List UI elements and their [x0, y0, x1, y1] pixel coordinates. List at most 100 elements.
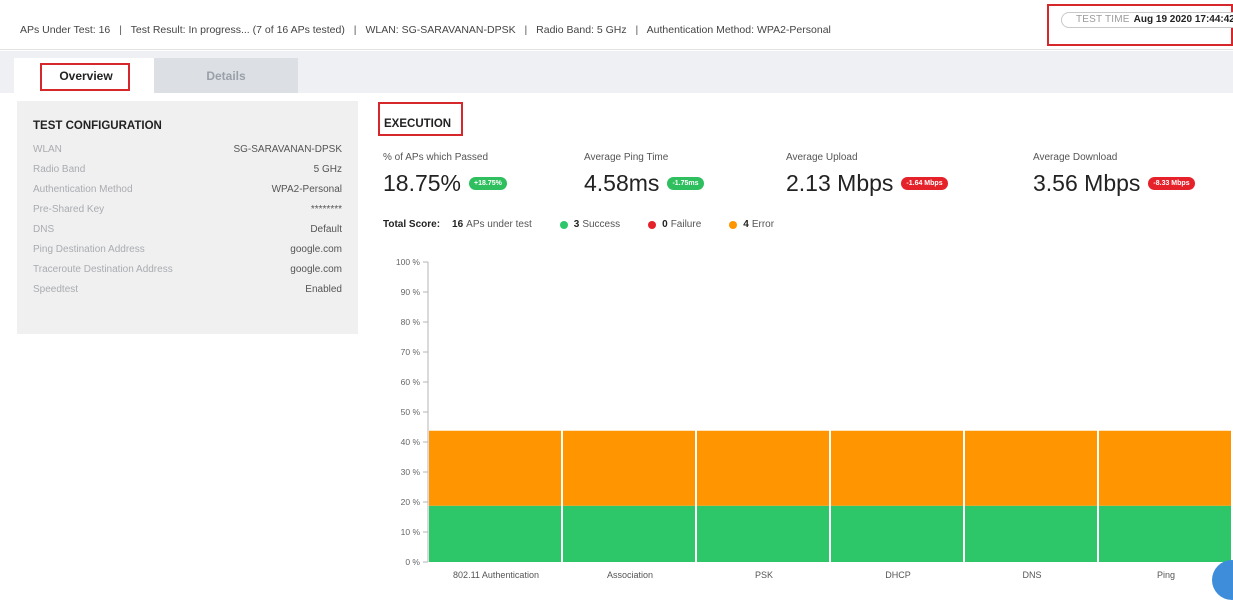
metric-delta-badge: +18.75% [469, 177, 507, 190]
bar-segment-error [697, 430, 829, 506]
config-row-psk: Pre-Shared Key ******** [33, 204, 342, 215]
y-tick-label: 70 % [401, 347, 421, 357]
tab-bar: Overview Details [0, 51, 1233, 93]
x-tick-label: 802.11 Authentication [453, 570, 539, 580]
metric-label: Average Upload [786, 152, 858, 163]
metric-label: % of APs which Passed [383, 152, 489, 163]
total-score-label: Total Score: [383, 219, 441, 230]
test-time-label: TEST TIME [1076, 14, 1130, 25]
aps-under-test: APs Under Test: 16 [20, 24, 111, 36]
failure-legend: 0 Failure [648, 219, 701, 230]
config-value: Default [310, 224, 342, 235]
y-tick-label: 60 % [401, 377, 421, 387]
config-row-dns: DNS Default [33, 224, 342, 235]
y-tick-label: 20 % [401, 497, 421, 507]
separator: | [635, 24, 639, 36]
bar-segment-error [965, 430, 1097, 506]
test-time-pill: TEST TIME Aug 19 2020 17:44:42 [1061, 12, 1233, 28]
bar-segment-success [697, 505, 829, 562]
bar-segment-error [831, 430, 963, 506]
config-key: Authentication Method [33, 184, 133, 195]
config-key: WLAN [33, 144, 62, 155]
metric-delta-badge: -8.33 Mbps [1148, 177, 1195, 190]
y-tick-label: 0 % [405, 557, 420, 567]
config-title: TEST CONFIGURATION [33, 120, 162, 132]
separator: | [353, 24, 357, 36]
config-value: WPA2-Personal [271, 184, 342, 195]
y-tick-label: 50 % [401, 407, 421, 417]
test-summary-line: APs Under Test: 16 | Test Result: In pro… [20, 24, 831, 36]
config-row-ping-destination: Ping Destination Address google.com [33, 244, 342, 255]
y-tick-label: 100 % [396, 257, 421, 267]
config-value: google.com [290, 264, 342, 275]
x-tick-label: DHCP [885, 570, 911, 580]
bar-segment-success [429, 505, 561, 562]
execution-stacked-bar-chart: 0 % 10 % 20 % 30 % 40 % 50 % 60 % 70 % 80 % 90 % 1… [396, 257, 1231, 580]
error-dot-icon [729, 220, 738, 229]
success-text: Success [582, 219, 621, 230]
tab-details[interactable]: Details [154, 58, 298, 93]
auth-method-info: Authentication Method: WPA2-Personal [646, 24, 831, 36]
bar-segment-success [1099, 505, 1231, 562]
error-text: Error [751, 219, 775, 230]
failure-count: 0 [662, 219, 668, 230]
test-info-bar: APs Under Test: 16 | Test Result: In pro… [0, 0, 1233, 50]
metric-value: 3.56 Mbps [1033, 170, 1141, 196]
bar-segment-error [429, 430, 561, 506]
wlan-info: WLAN: SG-SARAVANAN-DPSK [365, 24, 516, 36]
aps-under-test-count: 16 APs under test [452, 219, 532, 230]
config-row-radio-band: Radio Band 5 GHz [33, 164, 342, 175]
test-time-value: Aug 19 2020 17:44:42 [1133, 14, 1233, 25]
config-key: Radio Band [33, 164, 86, 175]
x-tick-label: Ping [1157, 570, 1175, 580]
metric-value: 4.58ms [584, 170, 660, 196]
failure-text: Failure [670, 219, 702, 230]
success-dot-icon [559, 220, 568, 229]
config-row-traceroute-destination: Traceroute Destination Address google.co… [33, 264, 342, 275]
error-count: 4 [743, 219, 749, 230]
y-tick-label: 80 % [401, 317, 421, 327]
bar-segment-error [1099, 430, 1231, 506]
config-key: DNS [33, 224, 55, 235]
radio-band-info: Radio Band: 5 GHz [536, 24, 627, 36]
config-row-auth-method: Authentication Method WPA2-Personal [33, 184, 342, 195]
config-key: Pre-Shared Key [33, 204, 105, 215]
bar-segment-success [965, 505, 1097, 562]
error-legend: 4 Error [729, 219, 774, 230]
metric-pass-rate: % of APs which Passed 18.75% +18.75% [383, 152, 507, 197]
config-row-speedtest: Speedtest Enabled [33, 284, 342, 295]
test-time-highlight: TEST TIME Aug 19 2020 17:44:42 [1047, 4, 1233, 46]
metric-value: 18.75% [383, 170, 462, 196]
x-tick-label: Association [607, 570, 653, 580]
test-result: Test Result: In progress... (7 of 16 APs… [130, 24, 345, 36]
separator: | [524, 24, 528, 36]
execution-title: EXECUTION [384, 118, 452, 130]
success-count: 3 [573, 219, 580, 230]
separator: | [119, 24, 122, 36]
aps-count: 16 [452, 219, 464, 230]
bar-segment-error [563, 430, 695, 506]
overview-tab-highlight [40, 63, 130, 91]
failure-dot-icon [648, 220, 657, 229]
total-score-row: Total Score: 16 APs under test 3 Success… [383, 219, 802, 230]
x-tick-label: PSK [755, 570, 773, 580]
config-row-wlan: WLAN SG-SARAVANAN-DPSK [33, 144, 342, 155]
config-key: Ping Destination Address [33, 244, 145, 255]
config-value: 5 GHz [313, 164, 342, 175]
config-key: Speedtest [33, 284, 79, 295]
metric-label: Average Ping Time [584, 152, 669, 163]
metric-delta-badge: -1.75ms [667, 177, 704, 190]
config-value: google.com [290, 244, 342, 255]
config-value: Enabled [305, 284, 342, 295]
test-configuration-panel: TEST CONFIGURATION WLAN SG-SARAVANAN-DPS… [17, 101, 358, 334]
success-legend: 3 Success [559, 219, 621, 230]
y-tick-label: 40 % [401, 437, 421, 447]
metric-label: Average Download [1033, 152, 1118, 163]
metric-delta-badge: -1.64 Mbps [901, 177, 948, 190]
aps-text: APs under test [466, 219, 532, 230]
bar-segment-success [831, 505, 963, 562]
x-tick-label: DNS [1022, 570, 1041, 580]
config-key: Traceroute Destination Address [33, 264, 173, 275]
y-tick-label: 30 % [401, 467, 421, 477]
config-value: ******** [310, 204, 342, 215]
